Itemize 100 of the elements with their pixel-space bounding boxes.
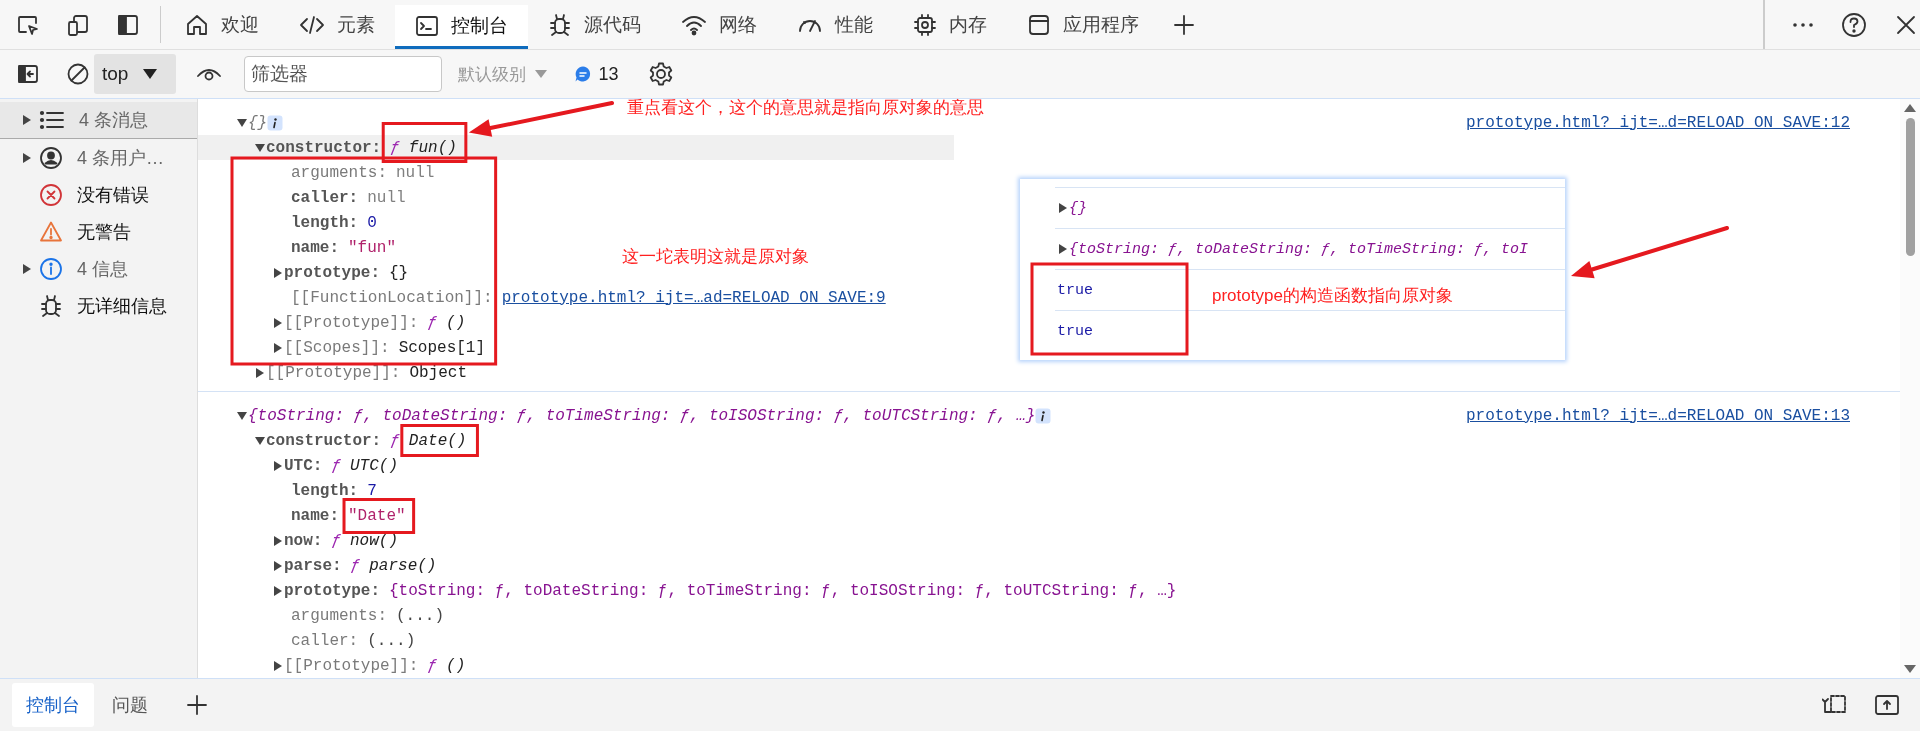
context-dropdown[interactable]: top xyxy=(94,54,177,94)
console-output: {} xyxy=(1069,199,1087,217)
caret-right-icon[interactable] xyxy=(272,316,284,329)
function-mark: ƒ xyxy=(331,456,341,475)
info-badge-icon xyxy=(267,114,284,131)
annotation-note: 这一坨表明这就是原对象 xyxy=(622,246,809,268)
caret-right-icon[interactable] xyxy=(272,534,284,547)
property-name: name: xyxy=(291,506,339,525)
source-link[interactable]: prototype.html?_ijt=…d=RELOAD_ON_SAVE:12 xyxy=(1465,113,1850,132)
caret-right-icon[interactable] xyxy=(272,341,284,354)
property-value: now() xyxy=(350,531,399,550)
source-link[interactable]: prototype.html?_ijt=…ad=RELOAD_ON_SAVE:9 xyxy=(501,288,886,307)
drawer-tab[interactable]: 控制台 xyxy=(12,683,94,727)
caret-right-icon[interactable] xyxy=(272,559,284,572)
caret-down-icon xyxy=(534,69,549,79)
warning-icon xyxy=(39,219,63,244)
caret-down-icon xyxy=(142,68,159,80)
function-mark: ƒ xyxy=(390,431,400,450)
sidebar-item[interactable]: 没有错误 xyxy=(0,176,197,213)
sidebar-item[interactable]: 无警告 xyxy=(0,213,197,250)
property-name: prototype: xyxy=(284,581,380,600)
caret-right-icon[interactable] xyxy=(21,262,33,275)
property-value: () xyxy=(446,313,466,332)
panel-toggle-button[interactable] xyxy=(116,12,140,37)
caret-down-icon[interactable] xyxy=(236,409,248,422)
sidebar-item[interactable]: 4 信息 xyxy=(0,250,197,287)
add-tool-button[interactable] xyxy=(186,694,208,716)
caret-down-icon[interactable] xyxy=(236,116,248,129)
property-name: constructor: xyxy=(266,431,382,450)
filter-field[interactable]: 筛选器 xyxy=(244,56,443,92)
caret-down-icon[interactable] xyxy=(254,434,266,447)
console-output: true xyxy=(1057,322,1093,340)
property-name: parse: xyxy=(284,556,342,575)
help-icon xyxy=(1841,11,1867,38)
caret-down-icon[interactable] xyxy=(254,141,266,154)
caret-right-icon[interactable] xyxy=(1057,202,1069,214)
property-value: {toString: ƒ, toDateString: ƒ, toTimeString: ƒ, toISOString: ƒ, toUTCString: ƒ, …} xyxy=(389,581,1177,600)
annotation-note: 重点看这个，这个的意思就是指向原对象的意思 xyxy=(627,97,984,119)
device-button[interactable] xyxy=(66,12,90,37)
object-preview: {} xyxy=(248,113,268,132)
caret-right-icon[interactable] xyxy=(254,366,266,379)
window-icon xyxy=(1027,12,1051,37)
property-name: [[FunctionLocation]]: xyxy=(291,288,493,307)
settings-icon xyxy=(648,61,675,87)
annotation-note: prototype的构造函数指向原对象 xyxy=(1212,285,1453,307)
property-name: length: xyxy=(291,481,359,500)
property-value: () xyxy=(446,656,466,675)
issues-count-button[interactable]: 13 xyxy=(574,63,619,85)
more-button[interactable] xyxy=(1793,22,1813,27)
property-value: fun() xyxy=(408,138,457,157)
undock-button[interactable] xyxy=(1874,693,1900,717)
clear-console-button[interactable] xyxy=(66,62,90,86)
help-button[interactable] xyxy=(1841,11,1867,38)
property-name: arguments: xyxy=(291,606,387,625)
settings-button[interactable] xyxy=(648,61,675,87)
property-value: {} xyxy=(389,263,409,282)
panel-tab[interactable]: 控制台 xyxy=(395,5,528,49)
caret-right-icon[interactable] xyxy=(272,659,284,672)
clear-icon xyxy=(66,62,90,86)
caret-right-icon[interactable] xyxy=(1057,243,1069,255)
close-icon xyxy=(1895,13,1917,36)
caret-right-icon[interactable] xyxy=(21,114,33,126)
device-icon xyxy=(66,12,90,37)
scroll-up-icon[interactable] xyxy=(1903,103,1917,113)
sidebar-toggle-button[interactable] xyxy=(16,62,40,86)
panel-tab[interactable]: 应用程序 xyxy=(1007,0,1159,49)
property-value: Object xyxy=(409,363,468,382)
panel-tab[interactable]: 元素 xyxy=(279,0,395,49)
user-circle-icon xyxy=(39,145,63,170)
panel-tab[interactable]: 源代码 xyxy=(528,0,661,49)
object-preview: {toString: ƒ, toDateString: ƒ, toTimeString: ƒ, toISOString: ƒ, toUTCString: ƒ, …} xyxy=(248,406,1036,425)
console-output: true xyxy=(1057,281,1093,299)
plus-icon xyxy=(186,694,208,716)
close-button[interactable] xyxy=(1895,13,1917,36)
caret-right-icon[interactable] xyxy=(272,266,284,279)
function-mark: ƒ xyxy=(350,556,361,575)
sidebar-item[interactable]: 无详细信息 xyxy=(0,287,197,324)
drawer-tab[interactable]: 问题 xyxy=(98,683,162,727)
error-icon xyxy=(39,182,63,207)
sidebar-item[interactable]: 4 条消息 xyxy=(0,102,197,139)
property-value: Scopes[1] xyxy=(398,338,486,357)
bug-icon xyxy=(548,12,572,37)
caret-right-icon[interactable] xyxy=(272,584,284,597)
caret-right-icon[interactable] xyxy=(21,151,33,164)
property-value: "Date" xyxy=(348,506,406,525)
scroll-down-icon[interactable] xyxy=(1903,664,1917,674)
property-value: 7 xyxy=(367,481,377,500)
panel-tab[interactable]: 内存 xyxy=(893,0,1007,49)
caret-right-icon[interactable] xyxy=(272,459,284,472)
property-value: (...) xyxy=(367,631,416,650)
arrow-up-box-icon xyxy=(1874,693,1900,717)
property-name: [[Prototype]]: xyxy=(284,313,419,332)
home-icon xyxy=(185,12,209,37)
sidebar-item[interactable]: 4 条用户… xyxy=(0,139,197,176)
panel-tab[interactable]: 网络 xyxy=(661,0,777,49)
panel-tab[interactable]: 欢迎 xyxy=(165,0,279,49)
source-link[interactable]: prototype.html?_ijt=…d=RELOAD_ON_SAVE:13 xyxy=(1465,406,1850,425)
panel-tab[interactable]: 性能 xyxy=(777,0,893,49)
scrollbar-thumb[interactable] xyxy=(1905,118,1915,256)
sidebar-toggle-icon xyxy=(16,62,40,86)
